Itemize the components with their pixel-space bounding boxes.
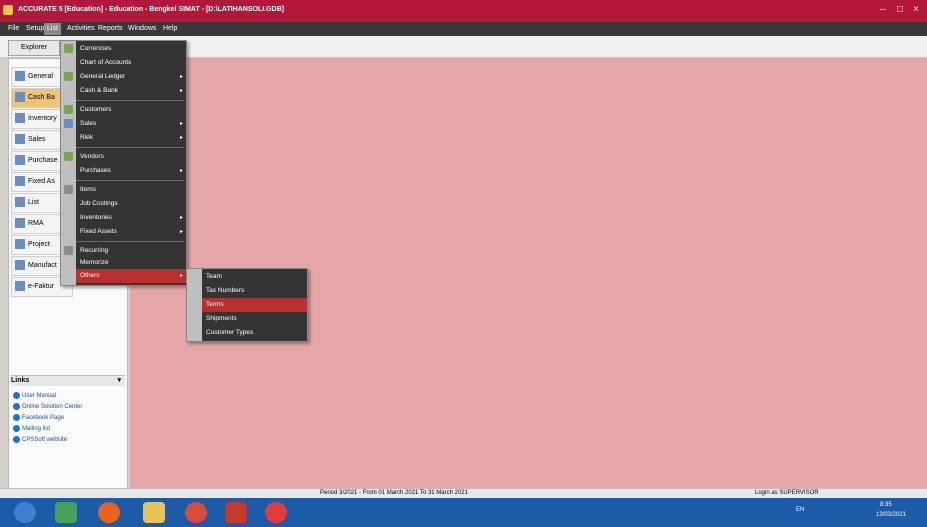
general-icon — [15, 71, 25, 82]
clock-date[interactable]: 13/03/2021 — [876, 512, 906, 518]
explorer-button[interactable]: Explorer — [8, 40, 60, 56]
menu-activities[interactable]: Activities — [67, 25, 95, 32]
submenu-arrow-icon: ▸ — [179, 215, 183, 221]
submenu-arrow-icon: ▸ — [179, 88, 183, 94]
language-indicator[interactable]: EN — [796, 507, 804, 513]
manufacture-icon — [15, 260, 25, 271]
accurate-app-icon[interactable] — [265, 502, 287, 523]
menu-separator — [76, 147, 184, 148]
clock-time[interactable]: 8:35 — [880, 502, 892, 508]
menu-item-job-costings[interactable]: Job Costings — [76, 197, 186, 211]
menu-list[interactable]: List — [44, 23, 61, 35]
menu-item-currencies[interactable]: Currencies — [76, 42, 186, 56]
menu-item-sales[interactable]: Sales ▸ — [76, 117, 186, 131]
ledger-icon — [64, 72, 73, 81]
menu-file[interactable]: File — [8, 25, 19, 32]
menu-item-fixed-assets[interactable]: Fixed Assets ▸ — [76, 225, 186, 239]
menu-item-customer-types[interactable]: Customer Types — [202, 326, 307, 340]
menu-item-others[interactable]: Others ▸ — [76, 269, 186, 283]
link-facebook[interactable]: Facebook Page — [13, 414, 64, 421]
menu-item-cash-bank[interactable]: Cash & Bank ▸ — [76, 84, 186, 98]
menu-item-customers[interactable]: Customers — [76, 103, 186, 117]
links-header: Links ▾ — [11, 375, 125, 386]
menu-gutter — [187, 269, 202, 341]
sales-menu-icon — [64, 119, 73, 128]
menu-item-general-ledger[interactable]: General Ledger ▸ — [76, 70, 186, 84]
minimize-button[interactable]: – — [880, 4, 886, 15]
menu-item-items[interactable]: Items — [76, 183, 186, 197]
fixed-assets-icon — [15, 176, 25, 187]
menu-item-team[interactable]: Team — [202, 270, 307, 284]
window-title: ACCURATE 5 [Education] - Education - Ben… — [18, 6, 284, 13]
explorer-app-icon[interactable] — [55, 502, 77, 523]
menu-item-memorize[interactable]: Memorize — [76, 256, 186, 270]
menu-separator — [76, 180, 184, 181]
submenu-arrow-icon: ▸ — [179, 135, 183, 141]
chrome-icon[interactable] — [185, 502, 207, 523]
menu-item-chart-of-accounts[interactable]: Chart of Accounts — [76, 56, 186, 70]
items-icon — [64, 185, 73, 194]
taskbar: EN 8:35 13/03/2021 — [0, 498, 927, 527]
rma-icon — [15, 218, 25, 229]
customer-icon — [64, 105, 73, 114]
maximize-button[interactable]: □ — [897, 4, 903, 15]
menu-reports[interactable]: Reports — [98, 25, 123, 32]
e-faktur-icon — [15, 281, 25, 292]
link-cpssoft[interactable]: CPSSoft website — [13, 436, 67, 443]
submenu-arrow-icon: ▸ — [179, 229, 183, 235]
web-icon — [13, 436, 20, 443]
menu-separator — [76, 100, 184, 101]
start-button[interactable] — [14, 502, 36, 523]
link-mailing-list[interactable]: Mailing list — [13, 425, 50, 432]
menu-setup[interactable]: Setup — [26, 25, 44, 32]
menu-separator — [76, 241, 184, 242]
submenu-arrow-icon: ▸ — [179, 168, 183, 174]
list-menu: Currencies Chart of Accounts General Led… — [60, 40, 187, 286]
menu-item-rlek[interactable]: Rlék ▸ — [76, 131, 186, 145]
menu-bar: File Setup List Activities Reports Windo… — [0, 22, 927, 36]
menu-item-purchases[interactable]: Purchases ▸ — [76, 164, 186, 178]
submenu-arrow-icon: ▸ — [179, 74, 183, 80]
firefox-icon[interactable] — [98, 502, 120, 523]
submenu-arrow-icon: ▸ — [179, 121, 183, 127]
period-status: Period 3/2021 - From 01 March 2021 To 31… — [320, 490, 468, 496]
recurring-icon — [64, 246, 73, 255]
facebook-icon — [13, 414, 20, 421]
menu-item-terms[interactable]: Terms — [202, 298, 307, 312]
folder-icon[interactable] — [143, 502, 165, 523]
sales-icon — [15, 134, 25, 145]
menu-item-vendors[interactable]: Vendors — [76, 150, 186, 164]
project-icon — [15, 239, 25, 250]
menu-windows[interactable]: Windows — [128, 25, 156, 32]
menu-item-shipments[interactable]: Shipments — [202, 312, 307, 326]
login-status: Login as SUPERVISOR — [755, 490, 819, 496]
powerpoint-icon[interactable] — [225, 502, 247, 523]
vendor-icon — [64, 152, 73, 161]
inventory-icon — [15, 113, 25, 124]
submenu-arrow-icon: ▸ — [179, 273, 183, 279]
purchase-icon — [15, 155, 25, 166]
link-user-manual[interactable]: User Manual — [13, 392, 56, 399]
help-icon — [13, 392, 20, 399]
title-bar: ACCURATE 5 [Education] - Education - Ben… — [0, 0, 927, 22]
menu-item-tax-numbers[interactable]: Tax Numbers — [202, 284, 307, 298]
globe-icon — [13, 403, 20, 410]
menu-help[interactable]: Help — [163, 25, 177, 32]
menu-item-inventories[interactable]: Inventories ▸ — [76, 211, 186, 225]
cash-icon — [15, 92, 25, 103]
list-icon — [15, 197, 25, 208]
mail-icon — [13, 425, 20, 432]
currency-icon — [64, 44, 73, 53]
link-online-solution[interactable]: Online Solution Center — [13, 403, 82, 410]
pin-icon[interactable]: ▾ — [117, 376, 121, 386]
app-icon — [3, 5, 13, 15]
others-submenu: Team Tax Numbers Terms Shipments Custome… — [186, 268, 308, 342]
close-button[interactable]: × — [913, 4, 919, 15]
